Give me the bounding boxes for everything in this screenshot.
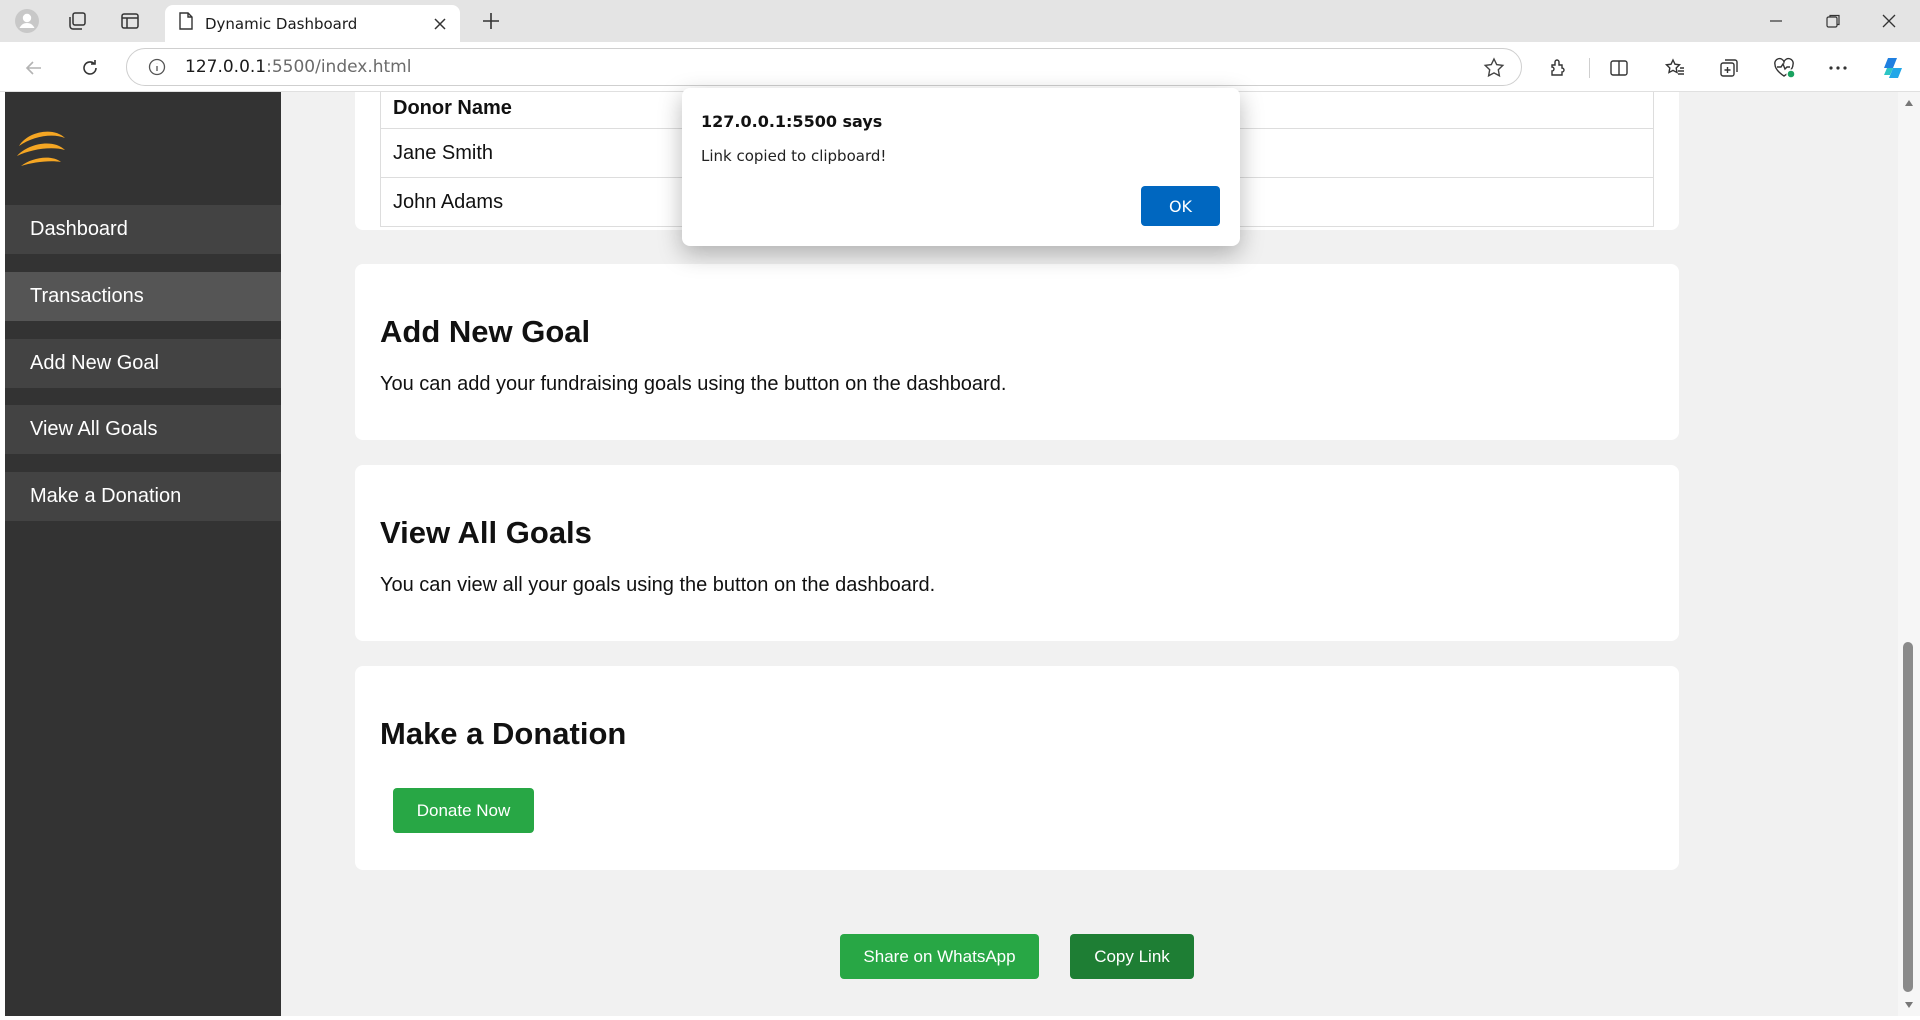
alert-dialog: 127.0.0.1:5500 says Link copied to clipb… xyxy=(682,88,1240,246)
refresh-icon[interactable] xyxy=(74,52,106,84)
scrollbar-thumb[interactable] xyxy=(1903,642,1913,992)
card-title: Make a Donation xyxy=(380,716,627,751)
view-all-goals-card: View All Goals You can view all your goa… xyxy=(355,465,1679,641)
close-tab-icon[interactable] xyxy=(426,10,454,38)
sidebar-item-label: View All Goals xyxy=(30,418,158,440)
vertical-tabs-icon[interactable] xyxy=(117,8,143,34)
share-whatsapp-button[interactable]: Share on WhatsApp xyxy=(840,934,1039,979)
extensions-icon[interactable] xyxy=(1544,53,1574,83)
sidebar-item-label: Make a Donation xyxy=(30,485,182,507)
scroll-down-icon[interactable] xyxy=(1902,998,1916,1012)
sidebar-item-add-new-goal[interactable]: Add New Goal xyxy=(5,339,281,388)
browser-tab-active[interactable]: Dynamic Dashboard xyxy=(165,5,460,42)
browser-titlebar: Dynamic Dashboard xyxy=(0,0,1920,42)
browser-essentials-icon[interactable] xyxy=(1769,53,1799,83)
sidebar-item-label: Transactions xyxy=(30,285,144,307)
close-window-icon[interactable] xyxy=(1861,0,1917,42)
tab-title: Dynamic Dashboard xyxy=(205,14,358,33)
card-title: Add New Goal xyxy=(380,314,591,349)
profile-icon[interactable] xyxy=(14,8,40,34)
split-screen-icon[interactable] xyxy=(1604,53,1634,83)
sidebar: Dashboard Transactions Add New Goal View… xyxy=(5,92,281,1016)
new-tab-icon[interactable] xyxy=(476,8,506,34)
make-a-donation-card: Make a Donation Donate Now xyxy=(355,666,1679,870)
page-icon xyxy=(179,12,193,35)
back-icon[interactable] xyxy=(18,52,50,84)
toolbar-divider xyxy=(1589,58,1590,78)
card-text: You can add your fundraising goals using… xyxy=(380,373,1007,395)
browser-toolbar: 127.0.0.1:5500/index.html xyxy=(0,42,1920,92)
more-options-icon[interactable] xyxy=(1823,53,1853,83)
sidebar-item-transactions[interactable]: Transactions xyxy=(5,272,281,321)
add-new-goal-card: Add New Goal You can add your fundraisin… xyxy=(355,264,1679,440)
card-title: View All Goals xyxy=(380,515,592,550)
dialog-ok-button[interactable]: OK xyxy=(1141,186,1220,226)
favorite-star-icon[interactable] xyxy=(1483,57,1505,79)
scroll-up-icon[interactable] xyxy=(1902,96,1916,110)
copy-link-button[interactable]: Copy Link xyxy=(1070,934,1194,979)
donate-now-button[interactable]: Donate Now xyxy=(393,788,534,833)
dialog-message: Link copied to clipboard! xyxy=(701,147,887,165)
page-scrollbar[interactable] xyxy=(1898,92,1920,1016)
url-text: 127.0.0.1:5500/index.html xyxy=(185,57,412,77)
card-text: You can view all your goals using the bu… xyxy=(380,574,936,596)
sidebar-item-dashboard[interactable]: Dashboard xyxy=(5,205,281,254)
minimize-icon[interactable] xyxy=(1748,0,1804,42)
favorites-icon[interactable] xyxy=(1660,53,1690,83)
collections-icon[interactable] xyxy=(1714,53,1744,83)
sidebar-item-make-a-donation[interactable]: Make a Donation xyxy=(5,472,281,521)
site-info-icon[interactable] xyxy=(147,57,167,77)
workspaces-icon[interactable] xyxy=(64,8,90,34)
address-bar[interactable]: 127.0.0.1:5500/index.html xyxy=(126,48,1522,86)
copilot-icon[interactable] xyxy=(1878,53,1908,83)
restore-icon[interactable] xyxy=(1805,0,1861,42)
sidebar-item-label: Dashboard xyxy=(30,218,128,240)
dialog-title: 127.0.0.1:5500 says xyxy=(701,112,883,131)
sidebar-item-view-all-goals[interactable]: View All Goals xyxy=(5,405,281,454)
sidebar-item-label: Add New Goal xyxy=(30,352,159,374)
logo-icon xyxy=(13,122,69,178)
